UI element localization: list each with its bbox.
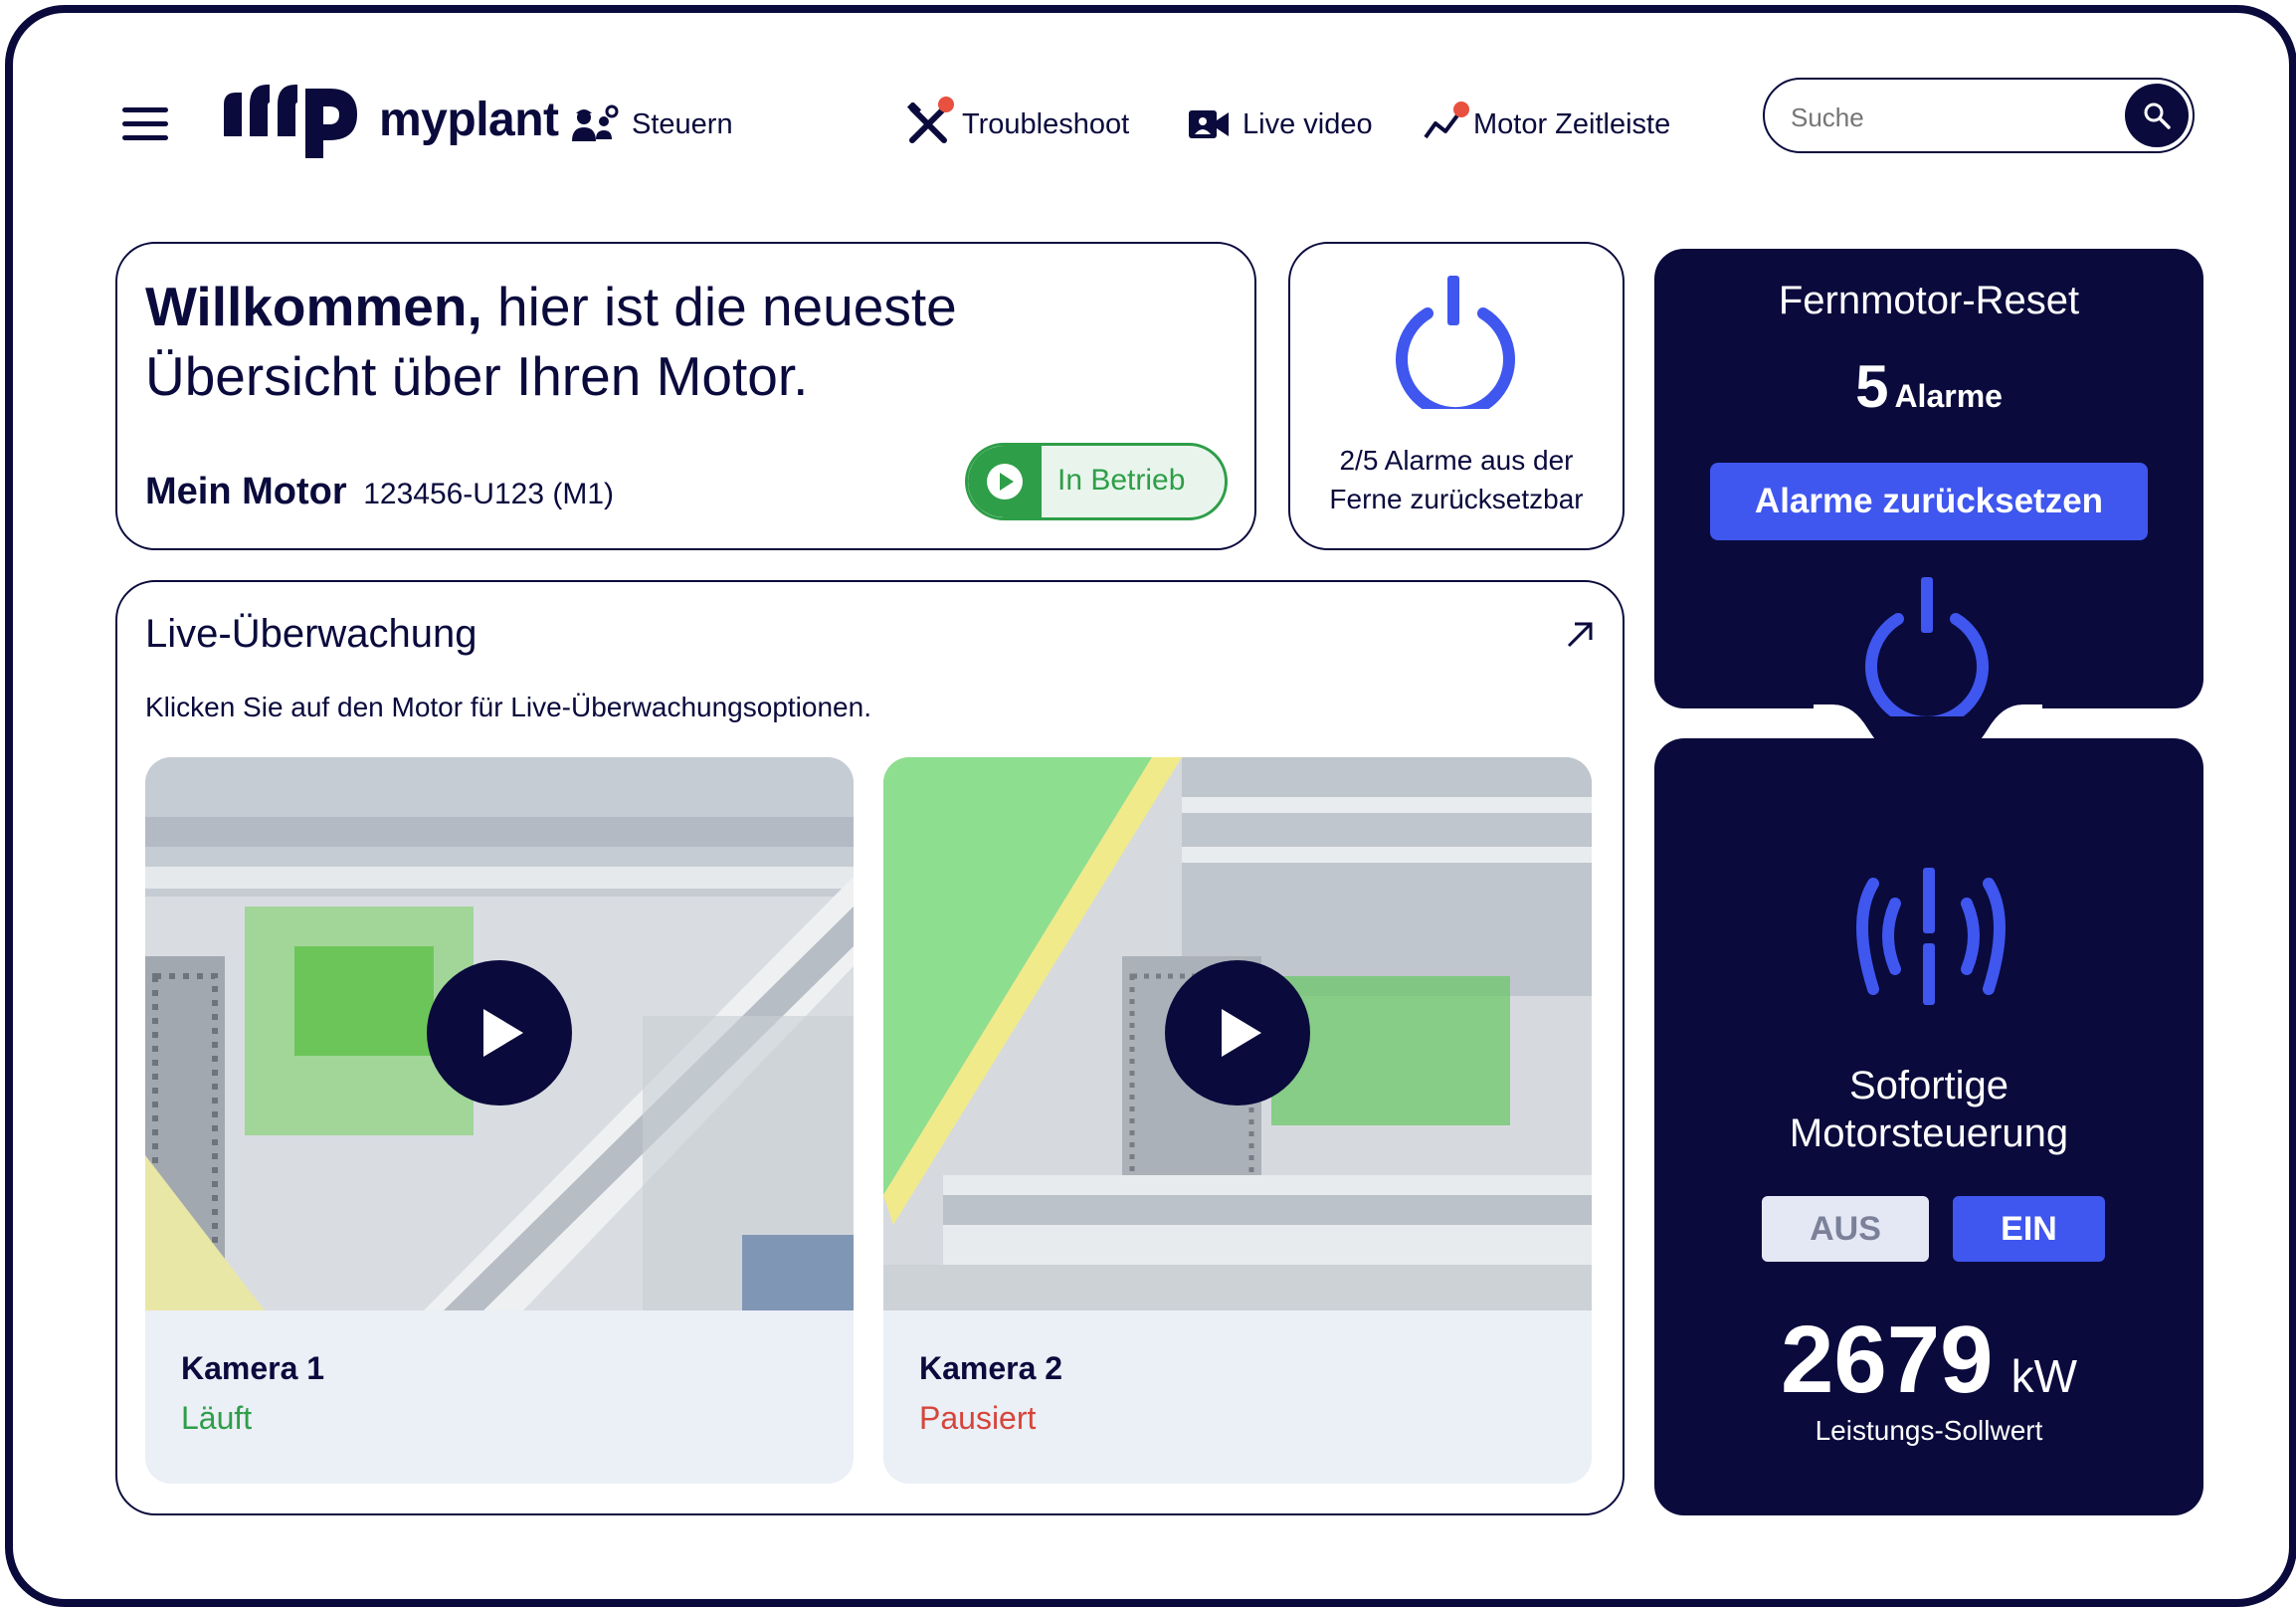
camera-2-status: Pausiert [919, 1400, 1037, 1436]
search-button[interactable] [2125, 84, 2189, 147]
nav-steuern-label: Steuern [632, 107, 733, 140]
motor-control-title-line1: Sofortige [1848, 1064, 2009, 1107]
workers-gear-icon [572, 104, 619, 141]
nav-steuern[interactable]: Steuern [570, 100, 733, 148]
motor-control-title-line2: Motorsteuerung [1789, 1111, 2069, 1155]
alarm-count-value: 5 [1855, 353, 1889, 420]
remote-reset-title: Fernmotor-Reset [1778, 279, 2080, 322]
welcome-line2: Übersicht über Ihren Motor. [145, 345, 809, 407]
motor-control-title: Sofortige Motorsteuerung [1654, 1062, 2203, 1157]
camera-2-play-button[interactable] [1165, 960, 1310, 1105]
power-setpoint-label: Leistungs-Sollwert [1815, 1415, 2043, 1446]
welcome-card: Willkommen, hier ist die neueste Übersic… [115, 242, 1256, 550]
search-icon [2144, 102, 2171, 129]
app-frame: myplant Steuern Troubleshoot Live video … [5, 5, 2296, 1607]
search-box [1763, 78, 2195, 153]
remote-alarms-line1: 2/5 Alarme aus der [1339, 445, 1574, 476]
nav-motor-zeitleiste-label: Motor Zeitleiste [1473, 107, 1671, 140]
nav-live-video-label: Live video [1243, 107, 1373, 140]
power-setpoint-unit: kW [2010, 1350, 2077, 1402]
timeline-chart-icon [1424, 101, 1469, 141]
reset-power-icon [1865, 577, 1989, 716]
live-monitoring-card: Live-Überwachung Klicken Sie auf den Mot… [115, 580, 1625, 1515]
nav-live-video[interactable]: Live video [1187, 100, 1373, 148]
nav-troubleshoot-label: Troubleshoot [962, 107, 1130, 140]
camera-card-2[interactable]: Kamera 2 Pausiert [883, 757, 1592, 1484]
camera-2-name: Kamera 2 [919, 1350, 1063, 1386]
welcome-greeting: Willkommen, [145, 276, 482, 337]
camera-1-status: Läuft [181, 1400, 253, 1436]
brand-name: myplant [379, 93, 559, 146]
remote-signal-power-icon [1856, 868, 2006, 1005]
welcome-line1: hier ist die neueste [481, 276, 957, 337]
play-icon [483, 1009, 523, 1057]
motor-status-badge[interactable]: In Betrieb [965, 443, 1228, 520]
live-monitoring-title: Live-Überwachung [145, 612, 478, 656]
motor-control-panel: Sofortige Motorsteuerung AUS EIN 2679 kW … [1654, 738, 2203, 1515]
reset-alarms-button[interactable]: Alarme zurücksetzen [1710, 463, 2148, 540]
power-setpoint-value: 2679 [1781, 1306, 1994, 1413]
nav-motor-zeitleiste[interactable]: Motor Zeitleiste [1424, 100, 1670, 148]
live-monitoring-subtitle: Klicken Sie auf den Motor für Live-Überw… [145, 692, 871, 722]
motor-id: 123456-U123 (M1) [363, 478, 615, 510]
tools-icon [906, 97, 954, 146]
camera-1-play-button[interactable] [427, 960, 572, 1105]
menu-icon[interactable] [122, 107, 168, 141]
motor-off-button[interactable]: AUS [1762, 1196, 1929, 1262]
motor-name: Mein Motor 123456-U123 (M1) [145, 471, 614, 513]
myplant-logo-icon [224, 85, 357, 158]
camera-card-1[interactable]: Kamera 1 Läuft [145, 757, 854, 1484]
motor-label: Mein Motor [145, 471, 347, 512]
video-camera-icon [1189, 110, 1229, 138]
welcome-heading: Willkommen, hier ist die neueste Übersic… [145, 272, 957, 411]
alarm-count-label: Alarme [1894, 378, 2003, 414]
remote-alarms-line2: Ferne zurücksetzbar [1329, 484, 1584, 514]
power-icon [1396, 276, 1515, 409]
power-setpoint: 2679 kW [1654, 1306, 2203, 1415]
motor-on-button[interactable]: EIN [1953, 1196, 2105, 1262]
camera-1-name: Kamera 1 [181, 1350, 325, 1386]
brand-logo[interactable]: myplant [220, 75, 559, 164]
play-icon [1222, 1009, 1261, 1057]
motor-status-text: In Betrieb [1057, 464, 1186, 497]
remote-alarms-card[interactable]: 2/5 Alarme aus der Ferne zurücksetzbar [1288, 242, 1625, 550]
remote-alarms-text: 2/5 Alarme aus der Ferne zurücksetzbar [1290, 441, 1623, 518]
expand-arrow-icon[interactable] [1565, 620, 1595, 650]
alarm-count: 5 Alarme [1654, 352, 2203, 421]
play-circle-icon [968, 446, 1042, 517]
search-input[interactable] [1789, 98, 2091, 137]
nav-troubleshoot[interactable]: Troubleshoot [906, 97, 1130, 148]
